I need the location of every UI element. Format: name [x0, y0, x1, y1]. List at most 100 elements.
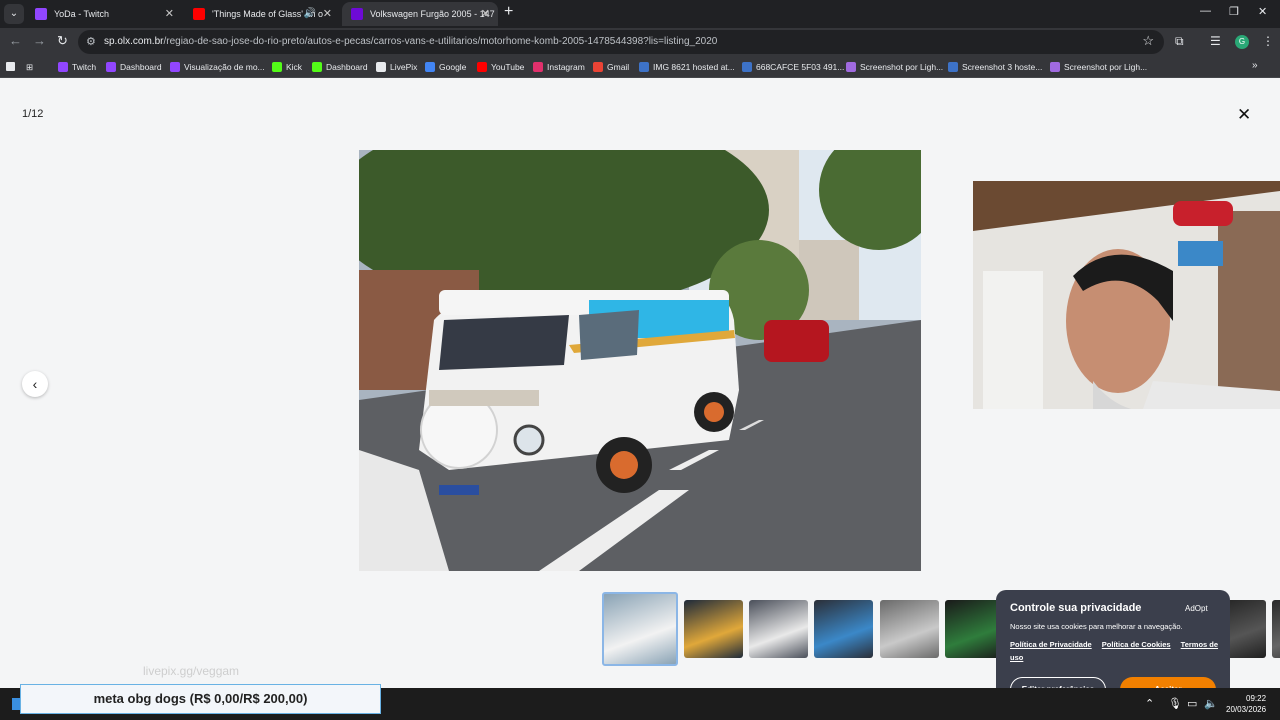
new-tab-button[interactable]: +	[504, 3, 513, 21]
microphone-icon[interactable]: 🎙	[1168, 697, 1182, 710]
bookmark-favicon-icon	[58, 62, 68, 72]
privacy-policy-link[interactable]: Política de Privacidade	[1010, 640, 1092, 649]
close-tab-icon[interactable]: ✕	[165, 2, 174, 26]
media-controls-icon[interactable]: ☰	[1210, 34, 1221, 48]
bookmark-item[interactable]: Screenshot 3 hoste...	[948, 56, 1042, 78]
thumbnail-item[interactable]	[880, 600, 939, 658]
system-clock[interactable]: 09:22 20/03/2026	[1226, 693, 1266, 715]
thumbnail-item[interactable]	[684, 600, 743, 658]
tab-youtube[interactable]: 'Things Made of Glass' an o 🔊 ✕	[184, 2, 340, 26]
restore-icon[interactable]: ❐	[1229, 5, 1239, 18]
bookmark-item[interactable]: Dashboard	[106, 56, 162, 78]
bookmark-label: Dashboard	[120, 62, 162, 72]
url-host: sp.olx.com.br	[104, 36, 164, 47]
van-photo	[359, 150, 921, 571]
site-info-icon[interactable]: ⚙	[86, 35, 96, 48]
bookmark-favicon-icon	[593, 62, 603, 72]
bookmark-label: Kick	[286, 62, 303, 72]
forward-icon[interactable]: →	[33, 33, 46, 48]
bookmark-favicon-icon	[639, 62, 649, 72]
bookmark-label: Visualização de mo...	[184, 62, 265, 72]
cookie-policy-link[interactable]: Política de Cookies	[1102, 640, 1171, 649]
address-bar[interactable]: ⚙ sp.olx.com.br/regiao-de-sao-jose-do-ri…	[78, 30, 1164, 54]
bookmark-label: Screenshot por Ligh...	[1064, 62, 1148, 72]
more-bookmarks-icon[interactable]: »	[1252, 60, 1258, 71]
thumbnail-item[interactable]	[814, 600, 873, 658]
bookmark-favicon-icon	[533, 62, 543, 72]
bookmark-label: Gmail	[607, 62, 630, 72]
main-photo	[359, 150, 921, 571]
bookmark-item[interactable]: YouTube	[477, 56, 524, 78]
bookmark-label: Twitch	[72, 62, 97, 72]
close-gallery-icon[interactable]: ✕	[1237, 105, 1251, 125]
clock-time: 09:22	[1246, 694, 1267, 703]
image-counter: 1/12	[22, 108, 44, 120]
bookmark-item[interactable]: Instagram	[533, 56, 585, 78]
bookmark-favicon-icon	[272, 62, 282, 72]
bookmark-square-icon[interactable]	[6, 56, 15, 79]
bookmark-favicon-icon	[376, 62, 386, 72]
network-icon[interactable]: ▭	[1187, 697, 1197, 710]
extensions-icon[interactable]: ⧉	[1175, 34, 1184, 49]
thumbnail-item[interactable]	[749, 600, 808, 658]
webcam-feed	[973, 181, 1280, 409]
apps-grid-icon[interactable]: ⊞	[26, 56, 33, 78]
bookmark-item[interactable]: LivePix	[376, 56, 417, 78]
speaker-icon[interactable]: 🔊	[304, 2, 316, 26]
browser-toolbar: ← → ↻ ⚙ sp.olx.com.br/regiao-de-sao-jose…	[0, 28, 1280, 56]
bookmark-item[interactable]: Dashboard	[312, 56, 368, 78]
tab-title: Volkswagen Furgão 2005 - 147	[370, 9, 495, 19]
bookmark-label: Instagram	[547, 62, 585, 72]
bookmark-item[interactable]: Kick	[272, 56, 302, 78]
close-tab-icon[interactable]: ✕	[481, 2, 490, 26]
bookmark-item[interactable]: Twitch	[58, 56, 96, 78]
adopt-logo: AdOpt	[1185, 604, 1208, 613]
bookmark-label: LivePix	[390, 62, 418, 72]
bookmark-label: YouTube	[491, 62, 525, 72]
tab-olx[interactable]: Volkswagen Furgão 2005 - 147 ✕	[342, 2, 498, 26]
tab-twitch[interactable]: YoDa - Twitch ✕	[26, 2, 182, 26]
bookmark-item[interactable]: Gmail	[593, 56, 629, 78]
bookmark-favicon-icon	[477, 62, 487, 72]
bookmark-item[interactable]: Google	[425, 56, 466, 78]
bookmark-label: Screenshot por Ligh...	[860, 62, 944, 72]
bookmark-favicon-icon	[106, 62, 116, 72]
profile-avatar[interactable]: G	[1235, 35, 1249, 49]
bookmark-label: Screenshot 3 hoste...	[962, 62, 1043, 72]
tab-search-button[interactable]: ⌄	[4, 4, 24, 24]
menu-kebab-icon[interactable]: ⋮	[1262, 34, 1274, 48]
bookmark-label: Dashboard	[326, 62, 368, 72]
tab-title: YoDa - Twitch	[54, 9, 110, 19]
prev-image-button[interactable]: ‹	[22, 371, 48, 397]
bookmark-favicon-icon	[1050, 62, 1060, 72]
thumbnail-item[interactable]	[1272, 600, 1280, 658]
thumbnail-item[interactable]	[602, 592, 678, 666]
image-gallery: 1/12 ✕ ‹ livepix.gg/veggam Controle sua …	[0, 78, 1280, 716]
bookmark-item[interactable]: Screenshot por Ligh...	[846, 56, 943, 78]
cookie-title: Controle sua privacidade	[1010, 602, 1142, 614]
bookmark-label: Google	[439, 62, 467, 72]
webcam-overlay	[973, 181, 1280, 409]
bookmark-favicon-icon	[312, 62, 322, 72]
bookmark-favicon-icon	[170, 62, 180, 72]
donation-goal-bar: meta obg dogs (R$ 0,00/R$ 200,00)	[20, 684, 381, 714]
bookmark-favicon-icon	[425, 62, 435, 72]
minimize-icon[interactable]: —	[1200, 5, 1211, 17]
bookmark-item[interactable]: 668CAFCE 5F03 491...	[742, 56, 844, 78]
close-window-icon[interactable]: ✕	[1258, 5, 1267, 18]
bookmarks-bar: ⊞ Twitch Dashboard Visualização de mo... Ki…	[0, 56, 1280, 78]
bookmark-item[interactable]: Screenshot por Ligh...	[1050, 56, 1147, 78]
clock-date: 20/03/2026	[1226, 705, 1267, 714]
close-tab-icon[interactable]: ✕	[323, 2, 332, 26]
tray-chevron-icon[interactable]: ⌃	[1145, 697, 1154, 710]
reload-icon[interactable]: ↻	[57, 33, 68, 49]
volume-icon[interactable]: 🔈	[1204, 697, 1218, 710]
bookmark-item[interactable]: Visualização de mo...	[170, 56, 265, 78]
url-path: /regiao-de-sao-jose-do-rio-preto/autos-e…	[163, 36, 718, 47]
bookmark-item[interactable]: IMG 8621 hosted at...	[639, 56, 735, 78]
bookmark-label: 668CAFCE 5F03 491...	[756, 62, 845, 72]
bookmark-favicon-icon	[948, 62, 958, 72]
youtube-icon	[193, 8, 205, 20]
back-icon[interactable]: ←	[9, 33, 22, 48]
bookmark-star-icon[interactable]: ☆	[1142, 33, 1154, 49]
